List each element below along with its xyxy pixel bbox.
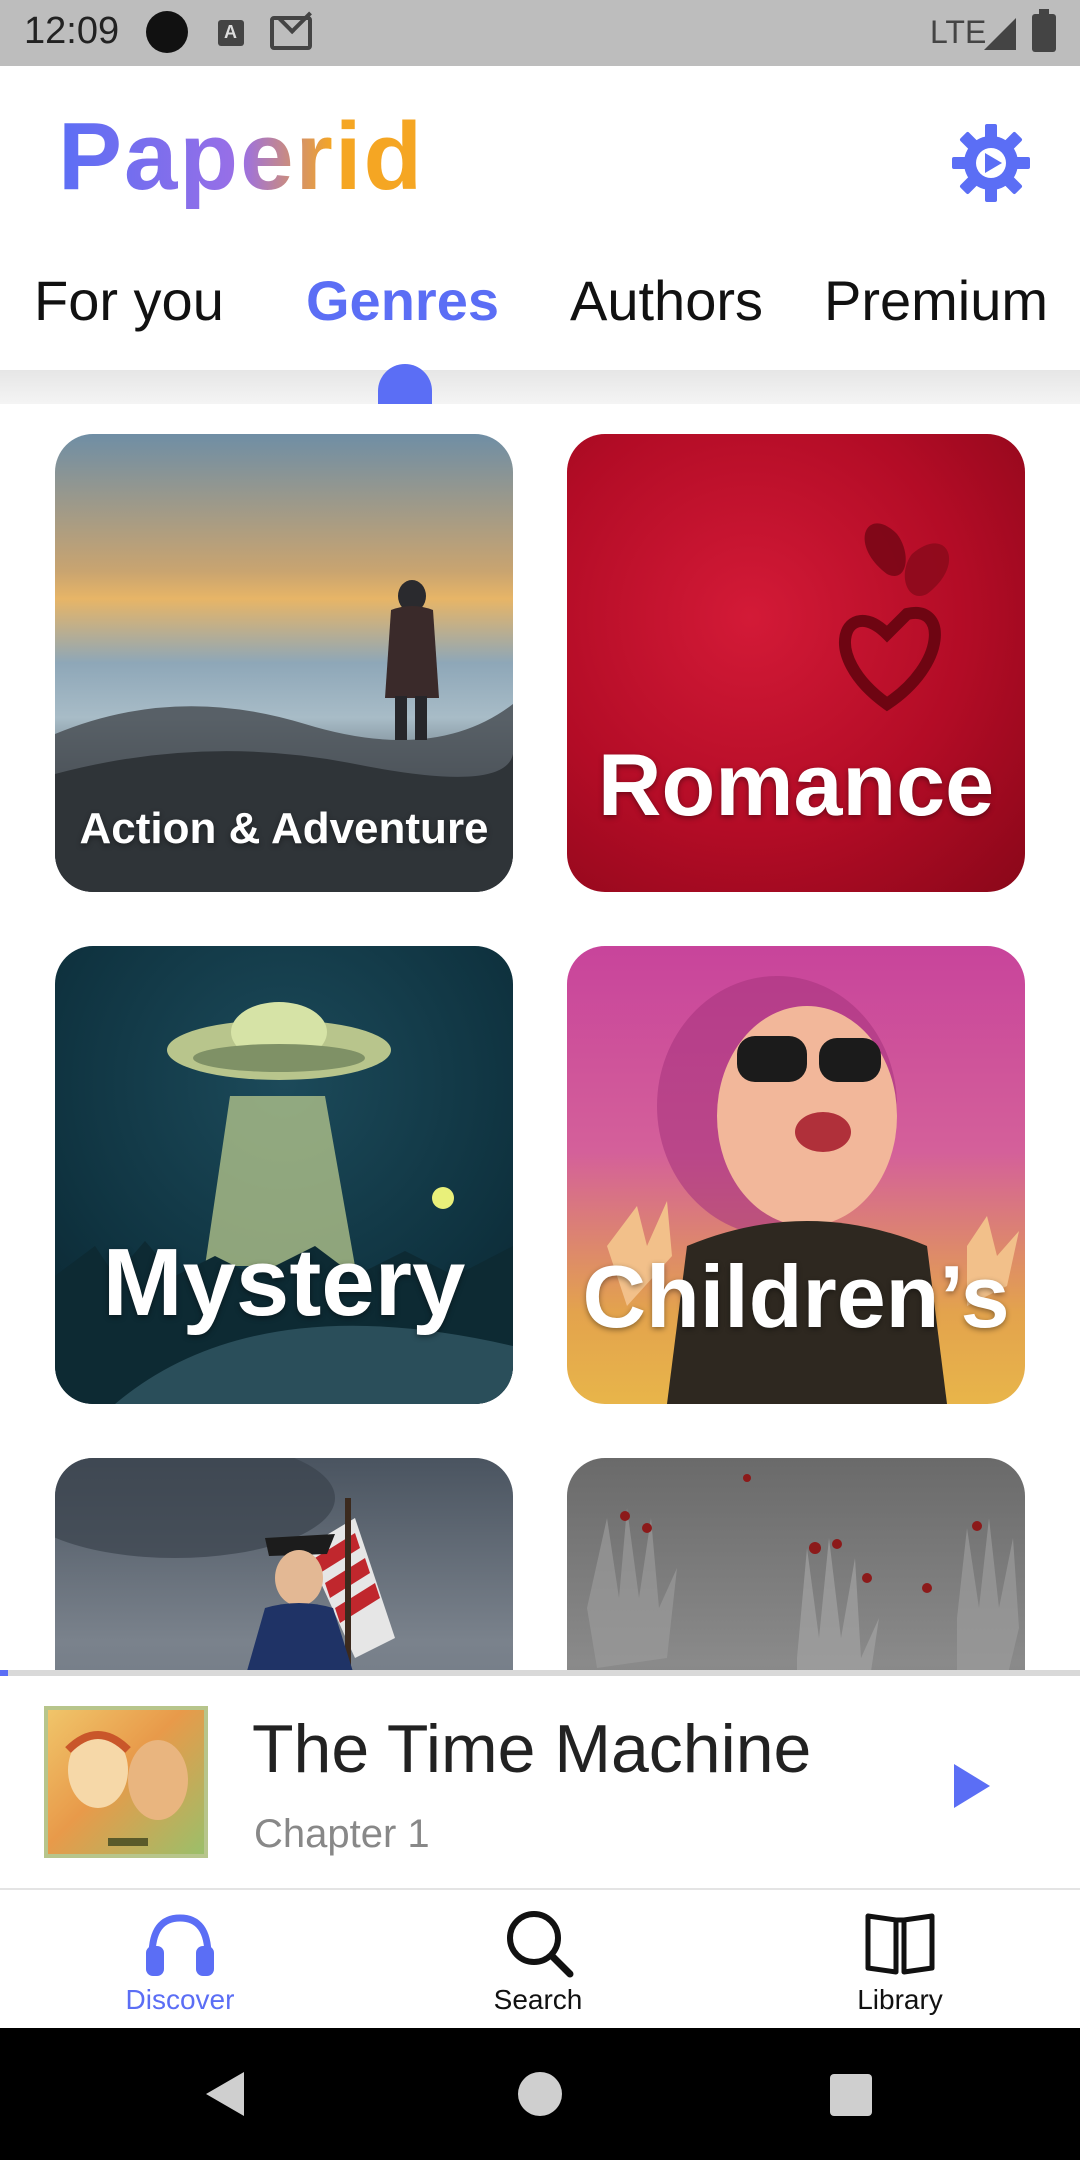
nav-label-library: Library <box>857 1984 943 2015</box>
bottom-navigation: Discover Search Library <box>0 1890 1080 2028</box>
search-icon <box>507 1911 574 1978</box>
recent-apps-icon[interactable] <box>830 2074 872 2116</box>
nav-item-search[interactable]: Search <box>388 1890 688 2028</box>
home-icon[interactable] <box>518 2072 562 2116</box>
nav-label-discover: Discover <box>125 1984 235 2015</box>
genre-label: Action & Adventure <box>79 804 489 853</box>
nav-item-library[interactable]: Library <box>750 1890 1050 2028</box>
colonial-soldier-image <box>55 1458 395 1670</box>
tabs-divider <box>0 370 1080 404</box>
now-playing-title: The Time Machine <box>252 1711 812 1787</box>
book-cover-art <box>65 1731 188 1846</box>
mail-icon <box>270 16 312 50</box>
tab-bar: For you Genres Authors Premium <box>0 236 1080 366</box>
mini-player[interactable]: The Time Machine Chapter 1 <box>0 1670 1080 1890</box>
nav-item-discover[interactable]: Discover <box>30 1890 330 2028</box>
book-cover <box>44 1706 208 1858</box>
genre-card-romance[interactable]: Romance <box>567 434 1025 892</box>
genre-card-action-adventure[interactable]: Action & Adventure <box>55 434 513 892</box>
gear-icon <box>952 124 1030 202</box>
app-logo: Paperid <box>58 103 425 210</box>
genre-grid: Action & Adventure Romance Mystery Child… <box>0 404 1080 1670</box>
nav-label-search: Search <box>493 1984 583 2015</box>
play-icon[interactable] <box>954 1764 990 1808</box>
system-navigation-bar <box>0 2028 1080 2160</box>
battery-icon <box>1032 9 1056 52</box>
genre-label: Romance <box>597 735 995 834</box>
a-notification-icon: A <box>218 20 244 46</box>
status-bar: 12:09 A LTE <box>0 0 1080 66</box>
signal-icon <box>984 18 1016 50</box>
genre-card-mystery[interactable]: Mystery <box>55 946 513 1404</box>
tab-premium[interactable]: Premium <box>824 268 1048 333</box>
genre-card-horror[interactable] <box>567 1458 1025 1670</box>
genre-card-childrens[interactable]: Children’s <box>567 946 1025 1404</box>
status-time: 12:09 <box>24 10 120 52</box>
book-icon <box>865 1913 935 1975</box>
genre-label: Mystery <box>102 1229 466 1336</box>
bloody-hands-image <box>587 1474 1019 1670</box>
tab-for-you[interactable]: For you <box>34 268 224 333</box>
back-icon[interactable] <box>206 2072 244 2116</box>
settings-button[interactable] <box>950 122 1032 204</box>
genre-label: Children’s <box>582 1247 1010 1346</box>
genre-card-history[interactable] <box>55 1458 513 1670</box>
tab-authors[interactable]: Authors <box>570 268 763 333</box>
a-badge-text: A <box>224 22 237 42</box>
app-header: Paperid <box>0 66 1080 236</box>
network-type: LTE <box>930 14 987 50</box>
notification-dot-icon <box>146 11 188 53</box>
playback-progress <box>0 1670 8 1676</box>
tab-genres[interactable]: Genres <box>306 268 499 333</box>
headphones-icon <box>146 1914 214 1976</box>
now-playing-chapter: Chapter 1 <box>254 1812 430 1856</box>
